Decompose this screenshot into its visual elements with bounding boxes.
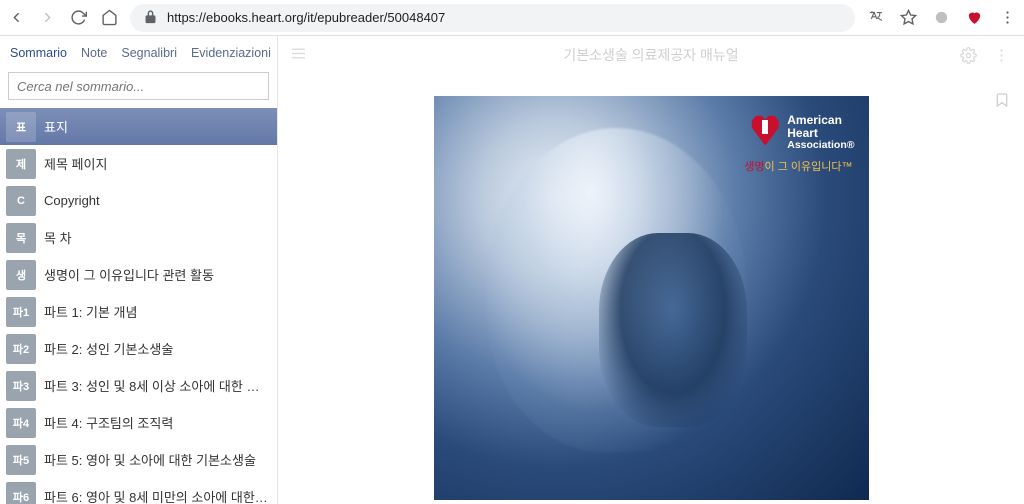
toc-badge: 목: [6, 223, 36, 253]
settings-icon[interactable]: [960, 47, 977, 64]
circle-icon[interactable]: [933, 9, 950, 26]
menu-dots-icon[interactable]: [999, 9, 1016, 26]
toc-item-copyright[interactable]: C Copyright: [0, 182, 277, 219]
aha-logo: American Heart Association®: [749, 114, 854, 152]
toc-item-life-reason[interactable]: 생 생명이 그 이유입니다 관련 활동: [0, 256, 277, 293]
tab-segnalibri[interactable]: Segnalibri: [121, 46, 177, 60]
back-icon[interactable]: [8, 9, 25, 26]
sidebar-search: [8, 72, 269, 100]
toc-badge: 파2: [6, 334, 36, 364]
toc-item-part6[interactable]: 파6 파트 6: 영아 및 8세 미만의 소아에 대한 자…: [0, 478, 277, 504]
heart-icon: [749, 114, 781, 150]
toc-badge: 파1: [6, 297, 36, 327]
reader-title: 기본소생술 의료제공자 매뉴얼: [563, 45, 738, 65]
toc-label: 파트 6: 영아 및 8세 미만의 소아에 대한 자…: [44, 487, 277, 504]
translate-icon[interactable]: [867, 9, 884, 26]
tagline-rest: 이 그 이유입니다™: [765, 161, 853, 173]
star-icon[interactable]: [900, 9, 917, 26]
extension-heart-icon[interactable]: [966, 9, 983, 26]
aha-brand-text: American Heart Association®: [787, 114, 854, 152]
toc-badge: 파6: [6, 482, 36, 504]
toc-badge: 생: [6, 260, 36, 290]
toc-label: 파트 4: 구조팀의 조직력: [44, 413, 277, 432]
toc-item-contents[interactable]: 목 목 차: [0, 219, 277, 256]
toc-item-part2[interactable]: 파2 파트 2: 성인 기본소생술: [0, 330, 277, 367]
toc-label: 파트 5: 영아 및 소아에 대한 기본소생술: [44, 450, 277, 469]
toc-label: Copyright: [44, 193, 277, 208]
toc-label: 파트 3: 성인 및 8세 이상 소아에 대한 자동…: [44, 376, 277, 395]
cover-anatomy: [599, 233, 747, 427]
tab-evidenziazioni[interactable]: Evidenziazioni: [191, 46, 271, 60]
lock-icon: [142, 9, 159, 26]
browser-toolbar: https://ebooks.heart.org/it/epubreader/5…: [0, 0, 1024, 36]
sidebar: Sommario Note Segnalibri Evidenziazioni …: [0, 36, 278, 504]
tagline-highlight: 생명: [744, 161, 764, 173]
tab-note[interactable]: Note: [81, 46, 107, 60]
toc-badge: 파4: [6, 408, 36, 438]
reload-icon[interactable]: [70, 9, 87, 26]
toc-label: 제목 페이지: [44, 154, 277, 173]
more-icon[interactable]: [993, 47, 1010, 64]
toc-badge: 표: [6, 112, 36, 142]
tab-sommario[interactable]: Sommario: [10, 46, 67, 60]
address-bar[interactable]: https://ebooks.heart.org/it/epubreader/5…: [130, 4, 855, 32]
toc-label: 파트 1: 기본 개념: [44, 302, 277, 321]
bookmark-icon[interactable]: [994, 90, 1010, 115]
toc-badge: 제: [6, 149, 36, 179]
toc-label: 생명이 그 이유입니다 관련 활동: [44, 265, 277, 284]
toc-label: 표지: [44, 117, 277, 136]
browser-right-icons: [867, 9, 1016, 26]
reader-pane: 기본소생술 의료제공자 매뉴얼 American Heart Associat: [278, 36, 1024, 504]
toc-label: 목 차: [44, 228, 277, 247]
menu-icon[interactable]: [290, 45, 307, 65]
nav-controls: [8, 9, 118, 26]
book-cover: American Heart Association® 생명이 그 이유입니다™: [434, 96, 869, 500]
toc-item-title-page[interactable]: 제 제목 페이지: [0, 145, 277, 182]
app-container: Sommario Note Segnalibri Evidenziazioni …: [0, 36, 1024, 504]
toc-list: 표 표지 제 제목 페이지 C Copyright 목 목 차 생 생명이 그 …: [0, 108, 277, 504]
toc-item-cover[interactable]: 표 표지: [0, 108, 277, 145]
toc-badge: 파5: [6, 445, 36, 475]
toc-item-part3[interactable]: 파3 파트 3: 성인 및 8세 이상 소아에 대한 자동…: [0, 367, 277, 404]
reader-header: 기본소생술 의료제공자 매뉴얼: [278, 36, 1024, 74]
aha-tagline: 생명이 그 이유입니다™: [744, 158, 852, 174]
forward-icon[interactable]: [39, 9, 56, 26]
brand-line3: Association®: [787, 140, 854, 152]
toc-badge: 파3: [6, 371, 36, 401]
search-input[interactable]: [8, 72, 269, 100]
toc-item-part5[interactable]: 파5 파트 5: 영아 및 소아에 대한 기본소생술: [0, 441, 277, 478]
home-icon[interactable]: [101, 9, 118, 26]
sidebar-tabs: Sommario Note Segnalibri Evidenziazioni …: [0, 36, 277, 70]
cover-container: American Heart Association® 생명이 그 이유입니다™: [278, 74, 1024, 500]
toc-item-part1[interactable]: 파1 파트 1: 기본 개념: [0, 293, 277, 330]
toc-label: 파트 2: 성인 기본소생술: [44, 339, 277, 358]
toc-item-part4[interactable]: 파4 파트 4: 구조팀의 조직력: [0, 404, 277, 441]
toc-badge: C: [6, 186, 36, 216]
url-text: https://ebooks.heart.org/it/epubreader/5…: [167, 10, 445, 25]
